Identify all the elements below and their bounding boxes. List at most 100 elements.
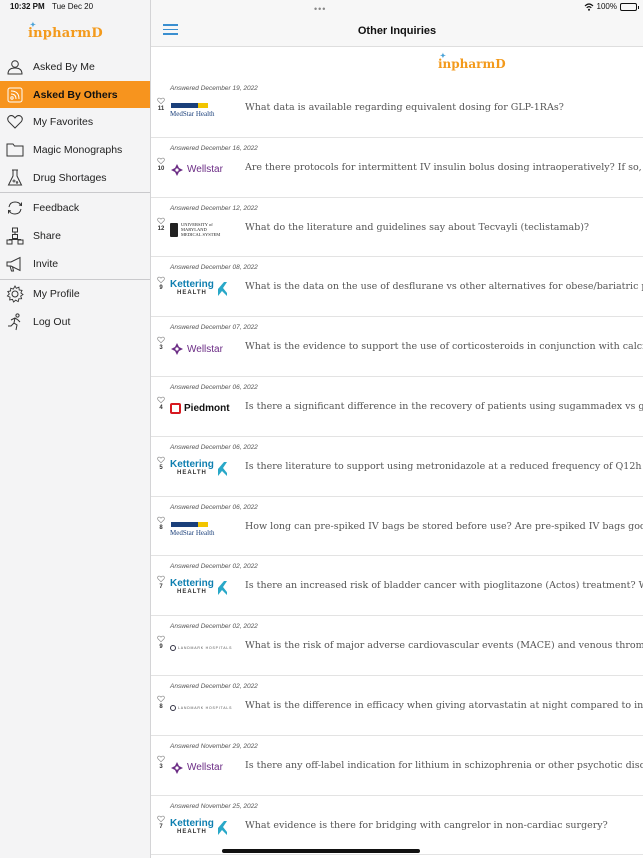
inquiry-row[interactable]: Answered November 29, 2022 3 Wellstar Is th… [151,736,643,796]
kettering-mark-icon [217,820,227,835]
inquiry-row[interactable]: Answered December 16, 2022 10 Wellstar Are … [151,138,643,198]
inquiry-row[interactable]: Answered December 19, 2022 11 MedStar Heal… [151,78,643,138]
inquiry-row[interactable]: Answered December 02, 2022 9 LANDMARK HOSP… [151,616,643,676]
favorite-count: 3 [159,345,163,352]
answered-date: Answered December 16, 2022 [170,144,258,152]
sidebar-item-label: Asked By Me [33,60,95,73]
answered-date: Answered December 06, 2022 [170,503,258,511]
sidebar-item-label: Magic Monographs [33,143,123,156]
inquiry-question: What data is available regarding equival… [245,102,564,113]
sidebar-item-my-profile[interactable]: My Profile [0,281,150,309]
sidebar-item-label: My Favorites [33,116,94,129]
heart-icon[interactable] [157,575,165,583]
inquiry-row[interactable]: Answered December 12, 2022 12 UNIVERSITY o… [151,198,643,258]
sidebar-item-log-out[interactable]: Log Out [0,308,150,336]
heart-icon[interactable] [157,755,165,763]
heart-icon[interactable] [157,396,165,404]
heart-icon[interactable] [157,635,165,643]
favorite-count: 10 [157,165,165,172]
rss-icon [5,86,25,104]
favorite-count: 7 [159,584,163,591]
heart-icon[interactable] [157,217,165,225]
answered-date: Answered December 02, 2022 [170,682,258,690]
inquiry-row[interactable]: Answered December 07, 2022 3 Wellstar What … [151,317,643,377]
piedmont-logo: Piedmont [170,403,230,415]
answered-date: Answered December 02, 2022 [170,563,258,571]
kettering-logo: Kettering HEALTH [170,579,229,597]
sidebar-item-label: Asked By Others [33,88,118,101]
kettering-mark-icon [217,282,227,297]
landmark-mark-icon [170,645,176,652]
sidebar-item-my-favorites[interactable]: My Favorites [0,108,150,136]
kettering-logo: Kettering HEALTH [170,280,229,298]
heart-icon[interactable] [157,97,165,105]
heart-icon[interactable] [157,336,165,344]
sidebar-item-label: My Profile [33,288,80,301]
inquiry-question: What is the data on the use of desfluran… [245,281,643,293]
favorite-count: 3 [159,763,163,770]
piedmont-mark-icon [170,403,181,415]
flask-icon [5,169,25,187]
heart-icon[interactable] [157,456,165,464]
sidebar-menu: Asked By Me Asked By Others My Favorites Ma… [0,53,150,336]
runner-icon [5,313,25,331]
organization-logo: MedStar Health [170,98,234,122]
organization-logo: Wellstar [170,158,234,182]
wellstar-star-icon [171,163,183,176]
inquiry-row[interactable]: Answered December 08, 2022 9 Kettering HEAL… [151,257,643,318]
favorite-count: 8 [159,703,163,710]
wellstar-logo: Wellstar [170,342,223,356]
organization-logo: Kettering HEALTH [170,576,234,600]
wellstar-star-icon [171,761,183,774]
heart-icon[interactable] [157,516,165,524]
inquiry-row[interactable]: Answered December 06, 2022 4 Piedmont Is th… [151,377,643,437]
sidebar-item-feedback[interactable]: Feedback [0,194,150,222]
sidebar-item-invite[interactable]: Invite [0,250,150,278]
inquiry-row[interactable]: Answered December 06, 2022 8 MedStar Healt… [151,497,643,557]
gear-icon [5,285,25,304]
heart-icon[interactable] [157,276,165,284]
answered-date: Answered December 02, 2022 [170,623,258,631]
home-indicator[interactable] [222,849,420,853]
inquiry-question: Is there literature to support using met… [245,460,643,472]
app-root: 10:32 PM Tue Dec 20 100% ✦ inpharmD Aske… [0,0,643,858]
inquiry-row[interactable]: Answered December 02, 2022 8 LANDMARK HOSP… [151,676,643,736]
sidebar-item-label: Share [33,229,62,242]
inquiry-question: Are there protocols for intermittent IV … [245,161,643,173]
status-date: Tue Dec 20 [52,2,94,11]
folder-icon [5,141,25,159]
sidebar-item-drug-shortages[interactable]: Drug Shortages [0,164,150,192]
inquiry-question: Is there a significant difference in the… [245,400,643,412]
inquiry-row[interactable]: Answered December 02, 2022 7 Kettering HEAL… [151,556,643,617]
page-title: Other Inquiries [357,25,437,37]
battery-percent: 100% [596,2,617,11]
logo-spark-icon: ✦ [440,51,446,60]
inquiry-question: What do the literature and guidelines sa… [245,221,589,233]
sidebar-item-asked-by-others[interactable]: Asked By Others [0,80,150,109]
battery-icon [620,3,639,11]
favorite-count: 4 [159,404,163,411]
organization-logo: LANDMARK HOSPITALS [170,636,234,660]
inquiry-question: What is the evidence to support the use … [245,341,643,353]
inquiry-row[interactable]: Answered December 06, 2022 5 Kettering HEAL… [151,437,643,497]
organization-logo: Kettering HEALTH [170,277,234,301]
status-indicators: 100% [584,0,639,14]
sidebar-divider [0,278,150,280]
umd-crest-icon [170,222,178,237]
sidebar-item-magic-monographs[interactable]: Magic Monographs [0,136,150,164]
organization-logo: Piedmont [170,397,234,421]
favorite-count: 9 [159,285,163,292]
answered-date: Answered December 12, 2022 [170,204,258,212]
organization-logo: Kettering HEALTH [170,816,234,840]
kettering-logo: Kettering HEALTH [170,818,229,837]
answered-date: Answered December 06, 2022 [170,443,258,451]
heart-icon[interactable] [157,157,165,165]
sidebar-item-label: Log Out [33,316,71,329]
sidebar-item-asked-by-me[interactable]: Asked By Me [0,53,150,81]
sidebar-item-share[interactable]: Share [0,222,150,250]
heart-icon[interactable] [157,695,165,703]
heart-icon[interactable] [157,815,165,823]
answered-date: Answered December 06, 2022 [170,383,258,391]
inquiry-row[interactable]: Answered November 25, 2022 7 Kettering HEAL… [151,796,643,856]
favorite-count: 8 [159,524,163,531]
